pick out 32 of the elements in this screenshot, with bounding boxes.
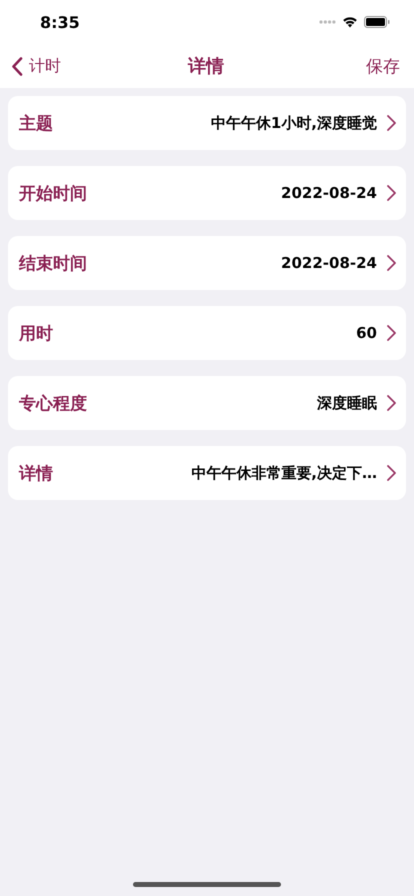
detail-row[interactable]: 用时 60 bbox=[8, 306, 406, 360]
chevron-icon bbox=[387, 185, 396, 201]
back-chevron-icon bbox=[12, 56, 23, 76]
detail-row[interactable]: 专心程度 深度睡眠 bbox=[8, 376, 406, 430]
row-value: 深度睡眠 bbox=[317, 394, 377, 412]
row-value: 2022-08-24 bbox=[281, 254, 377, 272]
detail-row[interactable]: 开始时间 2022-08-24 bbox=[8, 166, 406, 220]
chevron-icon bbox=[387, 325, 396, 341]
chevron-icon bbox=[387, 255, 396, 271]
chevron-icon bbox=[387, 395, 396, 411]
save-button[interactable]: 保存 bbox=[366, 54, 400, 78]
chevron-icon bbox=[387, 115, 396, 131]
row-label: 开始时间 bbox=[19, 182, 87, 204]
row-value: 中午午休非常重要,决定下… bbox=[191, 464, 377, 482]
row-label: 结束时间 bbox=[19, 252, 87, 274]
wifi-icon bbox=[342, 16, 358, 28]
row-value: 2022-08-24 bbox=[281, 184, 377, 202]
row-label: 详情 bbox=[19, 462, 53, 484]
row-value: 中午午休1小时,深度睡觉 bbox=[210, 114, 377, 132]
battery-icon bbox=[364, 16, 390, 28]
status-time: 8:35 bbox=[40, 12, 80, 32]
back-button[interactable]: 计时 bbox=[12, 56, 61, 76]
row-value: 60 bbox=[356, 324, 377, 342]
row-label: 用时 bbox=[19, 322, 53, 344]
chevron-icon bbox=[387, 465, 396, 481]
detail-row[interactable]: 结束时间 2022-08-24 bbox=[8, 236, 406, 290]
signal-icon bbox=[319, 20, 336, 24]
nav-title: 详情 bbox=[188, 55, 224, 78]
detail-row[interactable]: 主题 中午午休1小时,深度睡觉 bbox=[8, 96, 406, 150]
row-label: 主题 bbox=[19, 112, 53, 134]
detail-row[interactable]: 详情 中午午休非常重要,决定下… bbox=[8, 446, 406, 500]
row-label: 专心程度 bbox=[19, 392, 87, 414]
